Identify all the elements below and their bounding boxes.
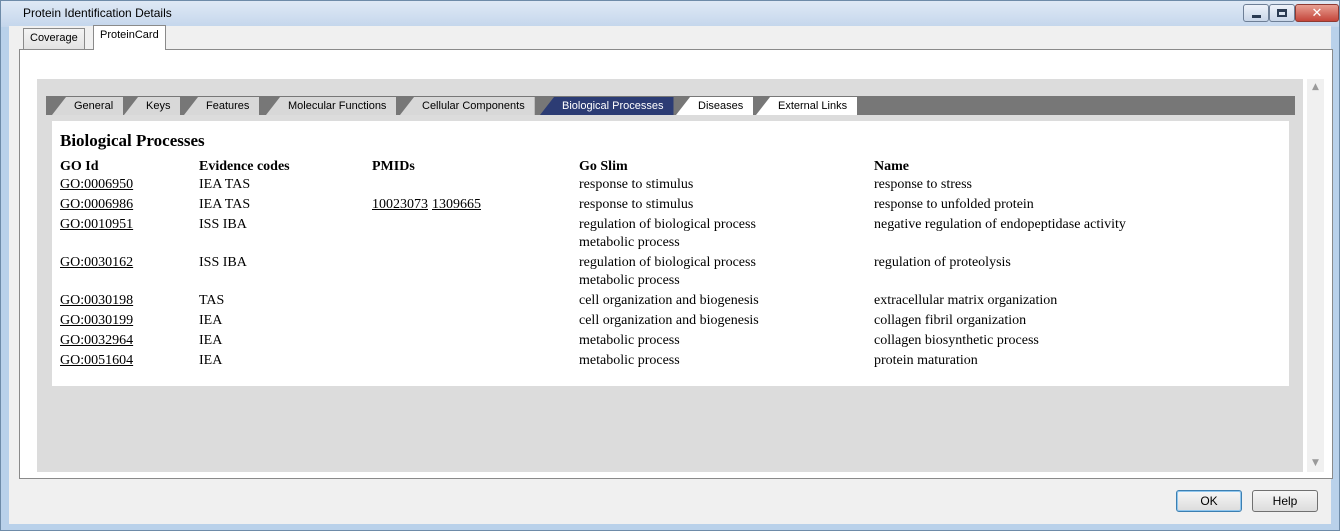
evidence-codes: TAS	[199, 293, 225, 308]
process-name: response to unfolded protein	[874, 197, 1034, 212]
tab-molecular-functions[interactable]: Molecular Functions	[266, 97, 397, 115]
go-slim-term: metabolic process	[579, 235, 680, 250]
go-slim-term: response to stimulus	[579, 177, 694, 192]
evidence-codes: IEA	[199, 313, 223, 328]
go-id-link[interactable]: GO:0006986	[60, 196, 133, 214]
tab-proteincard[interactable]: ProteinCard	[93, 25, 166, 50]
process-name: collagen biosynthetic process	[874, 333, 1039, 348]
help-button[interactable]: Help	[1252, 490, 1318, 512]
evidence-codes: IEA	[199, 353, 223, 368]
process-name: collagen fibril organization	[874, 313, 1027, 328]
pmid-link[interactable]: 10023073	[372, 196, 428, 214]
go-slim-term: cell organization and biogenesis	[579, 313, 759, 328]
vertical-scrollbar[interactable]: ▲ ▼	[1307, 79, 1324, 472]
evidence-codes: IEA TAS	[199, 177, 251, 192]
tab-external-links[interactable]: External Links	[756, 97, 858, 115]
go-slim-term: cell organization and biogenesis	[579, 293, 759, 308]
header-go-slim: Go Slim	[579, 159, 628, 174]
header-go-id: GO Id	[60, 159, 99, 174]
scroll-down-arrow-icon[interactable]: ▼	[1307, 455, 1324, 472]
go-slim-term: response to stimulus	[579, 197, 694, 212]
ok-button[interactable]: OK	[1176, 490, 1242, 512]
minimize-button[interactable]	[1243, 4, 1269, 22]
go-id-link[interactable]: GO:0030199	[60, 312, 133, 330]
evidence-codes: IEA TAS	[199, 197, 251, 212]
minimize-icon	[1251, 14, 1261, 18]
go-id-link[interactable]: GO:0051604	[60, 352, 133, 370]
go-id-link[interactable]: GO:0006950	[60, 176, 133, 194]
process-name: regulation of proteolysis	[874, 255, 1011, 270]
title-bar[interactable]: Protein Identification Details ✕	[1, 1, 1339, 27]
close-icon: ✕	[1311, 5, 1323, 21]
tab-cellular-components[interactable]: Cellular Components	[400, 97, 535, 115]
close-button[interactable]: ✕	[1295, 4, 1339, 22]
maximize-button[interactable]	[1269, 4, 1295, 22]
process-name: protein maturation	[874, 353, 978, 368]
pmid-link[interactable]: 1309665	[432, 196, 481, 214]
go-slim-term: regulation of biological process	[579, 217, 756, 232]
section-title: Biological Processes	[60, 131, 205, 150]
header-pmids: PMIDs	[372, 159, 415, 174]
header-name: Name	[874, 159, 909, 174]
scroll-up-arrow-icon[interactable]: ▲	[1307, 79, 1324, 96]
evidence-codes: ISS IBA	[199, 255, 247, 270]
go-id-link[interactable]: GO:0032964	[60, 332, 133, 350]
process-name: extracellular matrix organization	[874, 293, 1058, 308]
go-slim-term: regulation of biological process	[579, 255, 756, 270]
go-slim-term: metabolic process	[579, 273, 680, 288]
go-id-link[interactable]: GO:0030162	[60, 254, 133, 272]
maximize-icon	[1277, 9, 1287, 17]
process-name: negative regulation of endopeptidase act…	[874, 217, 1126, 232]
evidence-codes: IEA	[199, 333, 223, 348]
process-name: response to stress	[874, 177, 972, 192]
tab-biological-processes[interactable]: Biological Processes	[540, 97, 674, 115]
tab-coverage[interactable]: Coverage	[23, 28, 85, 49]
go-id-link[interactable]: GO:0010951	[60, 216, 133, 234]
go-id-link[interactable]: GO:0030198	[60, 292, 133, 310]
header-evidence-codes: Evidence codes	[199, 159, 290, 174]
go-slim-term: metabolic process	[579, 333, 680, 348]
go-slim-term: metabolic process	[579, 353, 680, 368]
window-title: Protein Identification Details	[23, 6, 172, 20]
evidence-codes: ISS IBA	[199, 217, 247, 232]
